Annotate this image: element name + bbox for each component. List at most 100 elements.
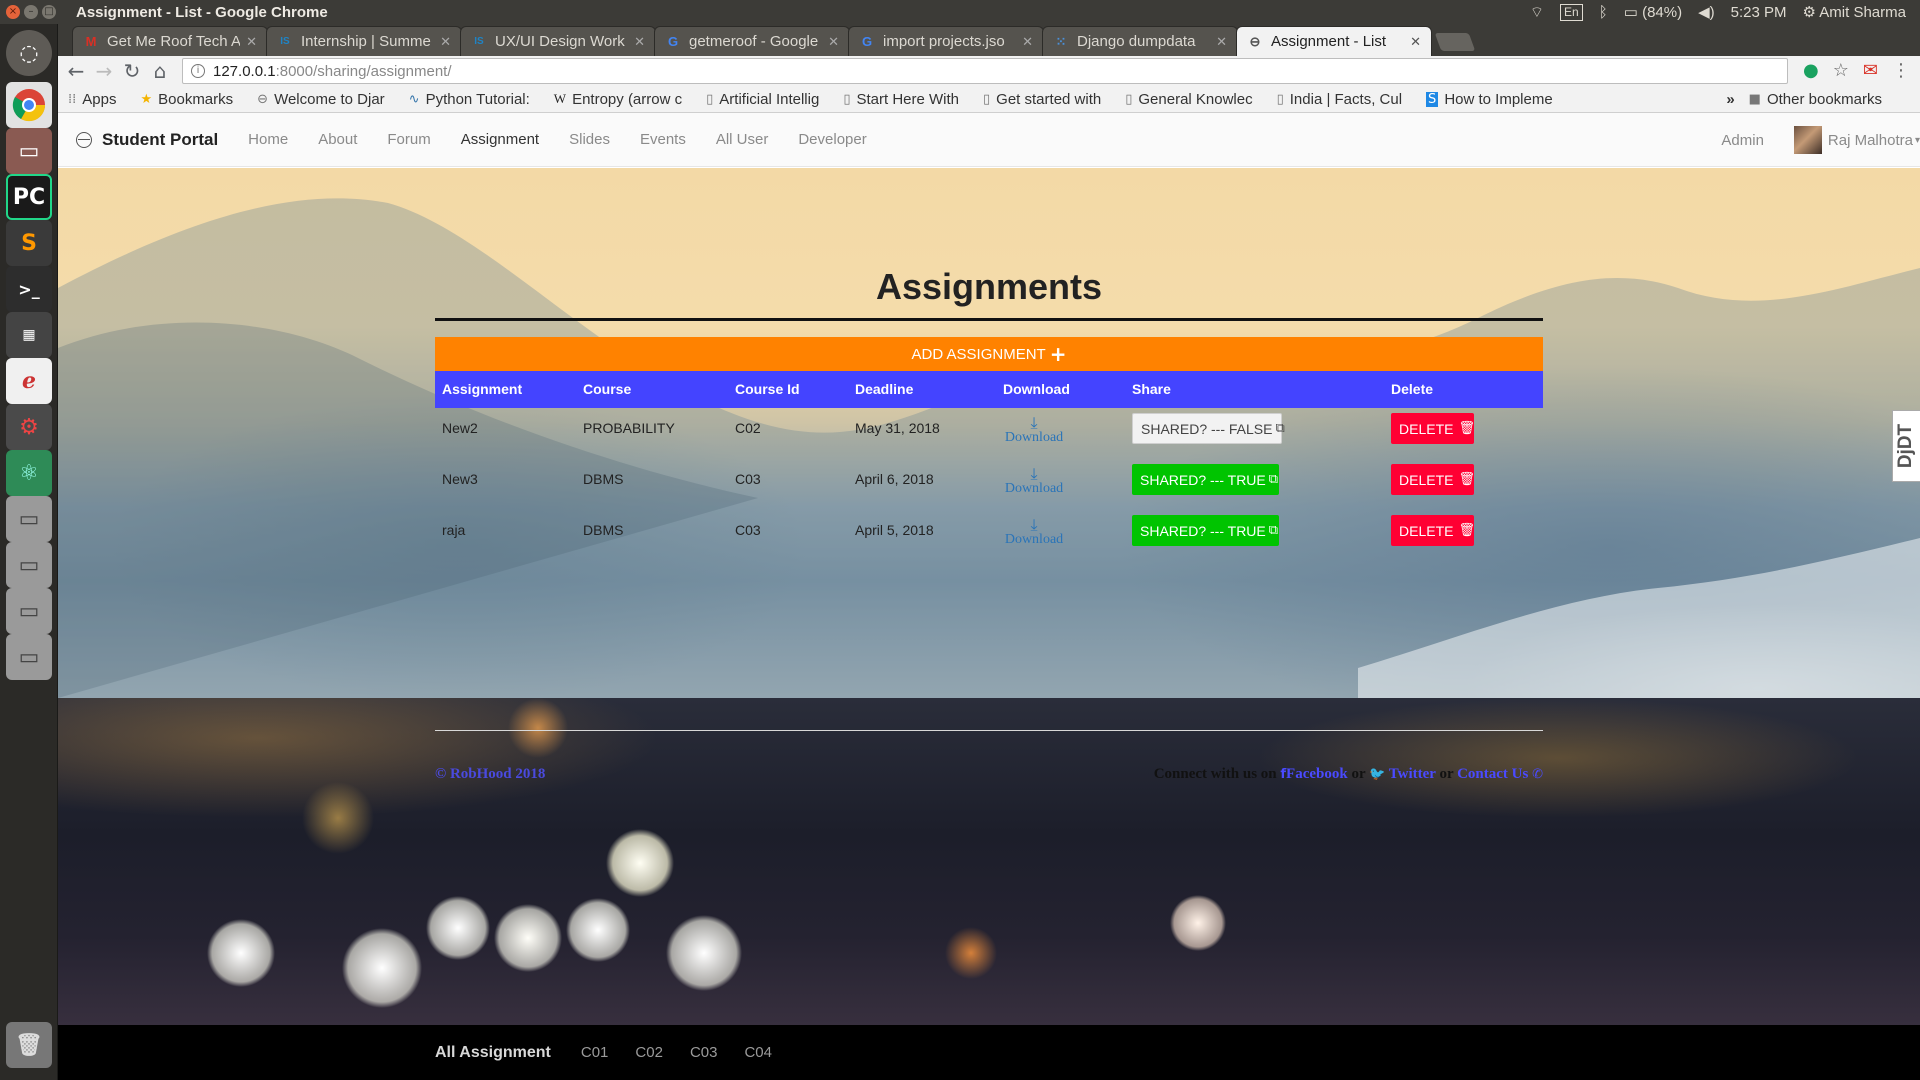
address-bar[interactable]: i 127.0.0.1:8000/sharing/assignment/ [182,58,1788,84]
bottom-nav-link-c04[interactable]: C04 [744,1044,772,1061]
bluetooth-icon[interactable]: ᛒ [1599,4,1608,21]
bottom-nav-link-c02[interactable]: C02 [635,1044,663,1061]
drive-icon[interactable]: ▭ [6,634,52,680]
browser-tab[interactable]: M Get Me Roof Tech A ✕ [72,26,268,56]
bookmark-item[interactable]: ★ Bookmarks [140,91,233,108]
browser-tab[interactable]: IS Internship | Summe ✕ [266,26,462,56]
delete-button[interactable]: DELETE 🗑 [1391,515,1475,546]
drive-icon[interactable]: ▭ [6,588,52,634]
window-close-button[interactable]: × [6,5,20,19]
bookmark-item[interactable]: ▯ Artificial Intellig [706,91,819,108]
volume-icon[interactable]: ◀) [1698,3,1715,21]
twitter-icon: 🐦 [1369,767,1386,782]
bookmark-item[interactable]: ⊖ Welcome to Djar [257,91,385,108]
django-debug-toolbar-handle[interactable]: DjDT [1892,410,1920,482]
browser-tab[interactable]: G import projects.jso ✕ [848,26,1044,56]
bookmark-item[interactable]: ⁞⁞ Apps [68,91,116,108]
bookmark-label: Artificial Intellig [719,90,820,108]
nav-link-developer[interactable]: Developer [798,131,866,148]
window-minimize-button[interactable]: – [24,5,38,19]
drive-icon[interactable]: ▭ [6,542,52,588]
nav-link-about[interactable]: About [318,131,357,148]
close-icon[interactable]: ✕ [634,34,645,50]
bookmark-item[interactable]: S How to Impleme [1426,91,1553,108]
column-header-course-id: Course Id [735,381,800,397]
other-bookmarks-folder[interactable]: ■ Other bookmarks [1749,91,1882,108]
home-icon[interactable]: ⌂ [146,59,174,83]
bottom-nav-link-c01[interactable]: C01 [581,1044,609,1061]
atom-icon[interactable]: ⚛ [6,450,52,496]
reload-icon[interactable]: ↻ [118,59,146,83]
bookmarks-overflow-button[interactable]: » [1726,91,1734,108]
chrome-menu-icon[interactable]: ⋮ [1892,60,1910,81]
facebook-link[interactable]: fFacebook [1280,766,1347,782]
dash-home-icon[interactable]: ◌ [6,30,52,76]
contact-link[interactable]: Contact Us ✆ [1457,766,1543,782]
chrome-launcher-icon[interactable] [6,82,52,128]
pycharm-icon[interactable]: PC [6,174,52,220]
battery-indicator[interactable]: ▭ (84%) [1624,3,1682,21]
close-icon[interactable]: ✕ [246,34,257,50]
download-link[interactable]: ⤓ Download [1002,517,1066,548]
delete-button[interactable]: DELETE 🗑 [1391,464,1475,495]
bookmark-item[interactable]: ▯ Start Here With [843,91,959,108]
grammarly-extension-icon[interactable]: ● [1803,60,1819,81]
new-tab-button[interactable] [1434,33,1476,51]
user-dropdown[interactable]: Raj Malhotra [1828,132,1913,149]
browser-tab[interactable]: ⁙ Django dumpdata ✕ [1042,26,1238,56]
browser-tab[interactable]: IS UX/UI Design Work ✕ [460,26,656,56]
workspace-switcher-icon[interactable]: ▦ [6,312,52,358]
bottom-nav-link-c03[interactable]: C03 [690,1044,718,1061]
file-manager-icon[interactable]: ▭ [6,128,52,174]
keyboard-indicator[interactable]: En [1560,3,1583,21]
site-brand[interactable]: Student Portal [76,130,218,150]
twitter-link[interactable]: 🐦 Twitter [1369,766,1436,782]
forward-arrow-icon[interactable]: → [90,59,118,83]
system-settings-icon[interactable]: ⚙ [6,404,52,450]
terminal-icon[interactable]: >_ [6,266,52,312]
wifi-icon[interactable]: ⌔ [1530,3,1544,22]
share-toggle-button[interactable]: SHARED? --- FALSE ⧉ [1132,413,1285,444]
delete-button[interactable]: DELETE 🗑 [1391,413,1475,444]
column-header-course: Course [583,381,632,397]
browser-tab[interactable]: G getmeroof - Google ✕ [654,26,850,56]
info-icon[interactable]: i [191,64,205,78]
gmail-checker-icon[interactable]: ✉ [1863,60,1878,81]
back-arrow-icon[interactable]: ← [62,59,90,83]
bookmark-item[interactable]: ▯ Get started with [983,91,1101,108]
close-icon[interactable]: ✕ [828,34,839,50]
user-menu[interactable]: ⚙ Amit Sharma [1803,3,1907,21]
bookmark-item[interactable]: ▯ General Knowlec [1125,91,1252,108]
text-editor-icon[interactable]: ℯ [6,358,52,404]
folder-icon: ■ [1748,91,1761,107]
nav-link-home[interactable]: Home [248,131,288,148]
window-maximize-button[interactable]: □ [42,5,56,19]
bookmark-item[interactable]: ▯ India | Facts, Cul [1277,91,1402,108]
avatar[interactable] [1793,126,1822,154]
share-toggle-button[interactable]: SHARED? --- TRUE ⧉ [1132,464,1279,495]
close-icon[interactable]: ✕ [440,34,451,50]
nav-link-slides[interactable]: Slides [569,131,610,148]
nav-link-all-user[interactable]: All User [716,131,769,148]
share-toggle-button[interactable]: SHARED? --- TRUE ⧉ [1132,515,1279,546]
nav-link-events[interactable]: Events [640,131,686,148]
sublime-text-icon[interactable]: S [6,220,52,266]
close-icon[interactable]: ✕ [1410,34,1421,50]
bottom-nav-brand[interactable]: All Assignment [435,1044,551,1062]
nav-link-forum[interactable]: Forum [387,131,430,148]
close-icon[interactable]: ✕ [1022,34,1033,50]
bookmark-item[interactable]: W Entropy (arrow c [554,91,682,108]
trash-icon[interactable]: 🗑 [6,1022,52,1068]
download-link[interactable]: ⤓ Download [1002,466,1066,497]
add-assignment-button[interactable]: ADD ASSIGNMENT + [435,337,1543,371]
drive-icon[interactable]: ▭ [6,496,52,542]
clock[interactable]: 5:23 PM [1731,4,1787,21]
nav-link-assignment[interactable]: Assignment [461,131,539,148]
bookmark-item[interactable]: ∿ Python Tutorial: [409,91,530,108]
nav-link-admin[interactable]: Admin [1721,132,1764,149]
browser-tab-active[interactable]: ⊖ Assignment - List ✕ [1236,26,1432,56]
download-link[interactable]: ⤓ Download [1002,415,1066,446]
close-icon[interactable]: ✕ [1216,34,1227,50]
bookmark-star-icon[interactable]: ☆ [1833,60,1849,81]
caret-down-icon[interactable]: ▾ [1915,135,1920,146]
